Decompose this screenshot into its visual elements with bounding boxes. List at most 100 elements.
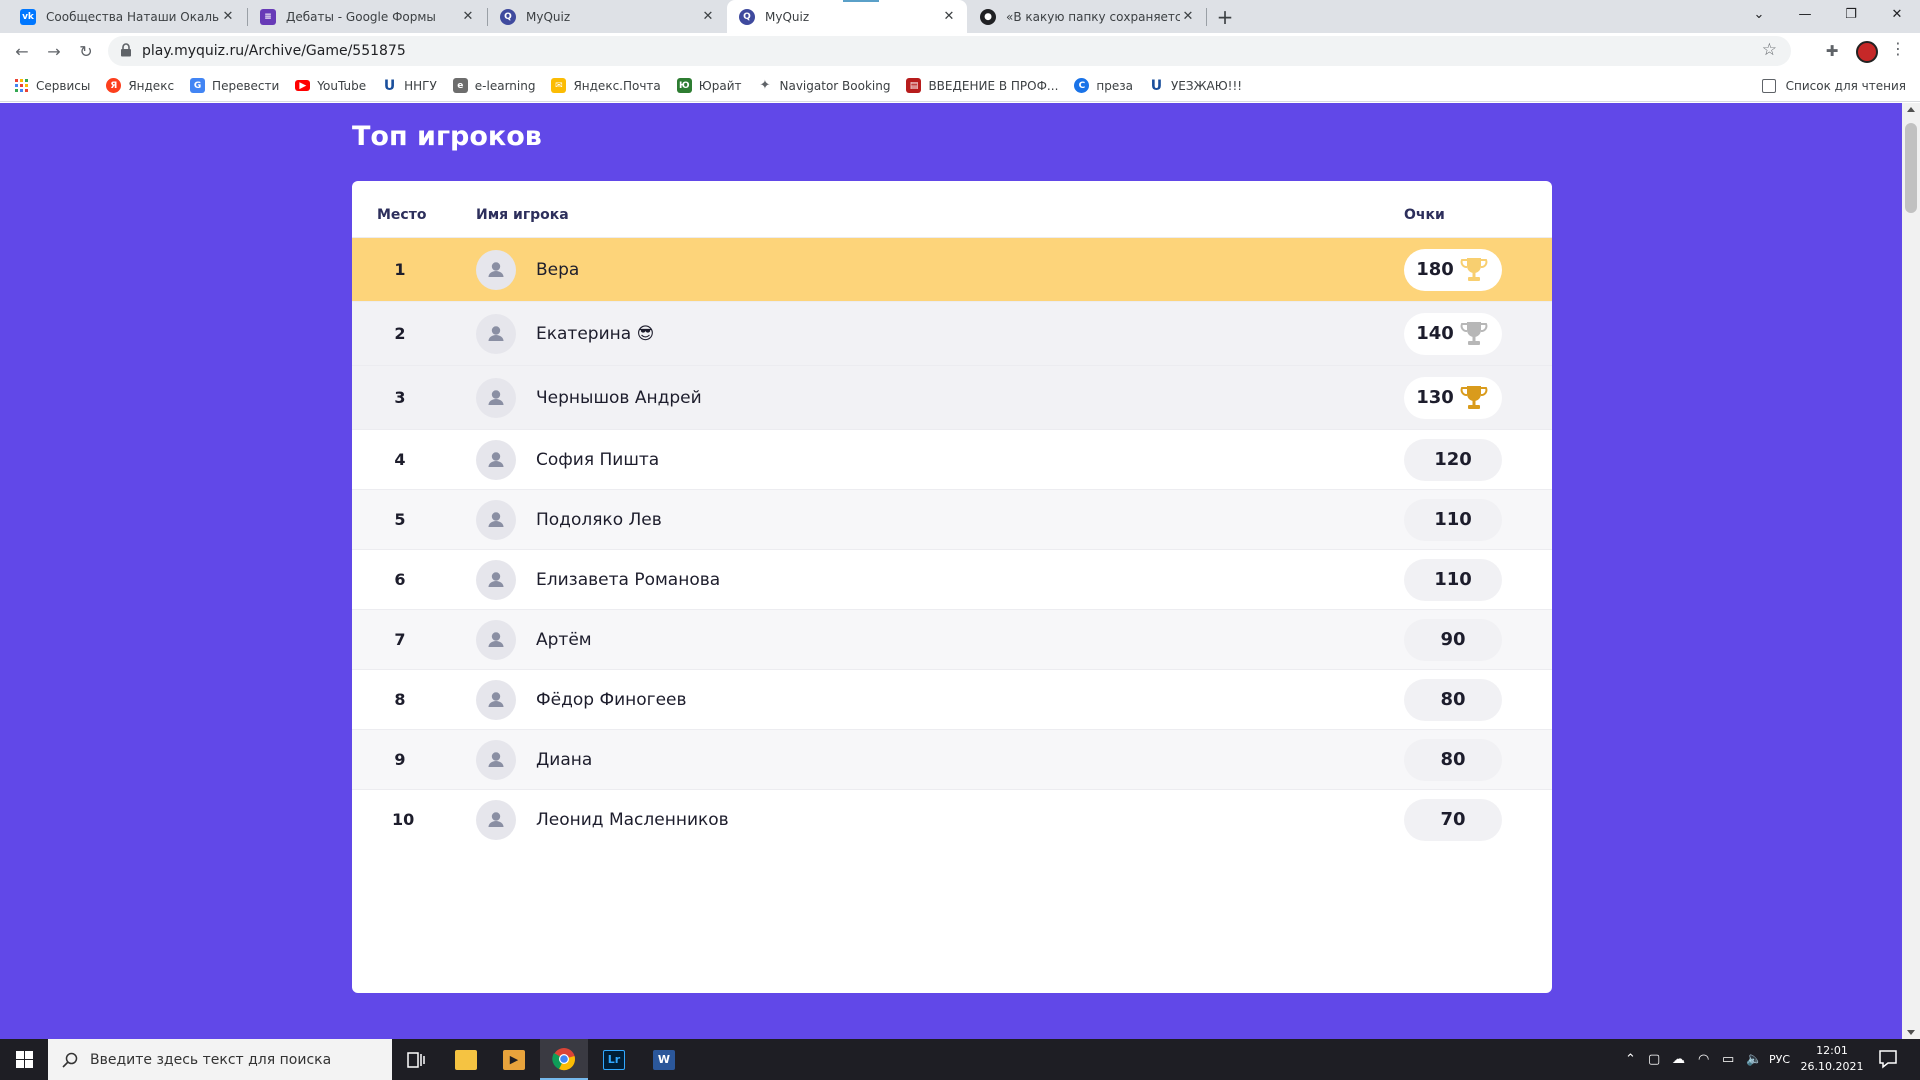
media-player-button[interactable]: ▶ — [490, 1039, 538, 1080]
bookmark-nngu[interactable]: U ННГУ — [382, 78, 437, 94]
bookmark-label: Сервисы — [36, 78, 91, 93]
player-avatar — [476, 619, 516, 660]
player-score: 110 — [1434, 569, 1472, 590]
tab-github[interactable]: ● «В какую папку сохраняется скр ✕ — [968, 0, 1206, 33]
player-place: 8 — [394, 690, 406, 709]
clock-date: 26.10.2021 — [1800, 1060, 1864, 1073]
bookmark-label: Юрайт — [698, 78, 742, 93]
taskbar-search-box[interactable]: Введите здесь текст для поиска — [48, 1039, 392, 1080]
file-explorer-button[interactable] — [442, 1039, 490, 1080]
gold-trophy-icon — [1460, 257, 1488, 281]
close-icon[interactable]: ✕ — [460, 9, 476, 24]
minimize-icon[interactable]: — — [1782, 0, 1828, 30]
tab-google-forms[interactable]: ≡ Дебаты - Google Формы ✕ — [248, 0, 486, 33]
reload-icon[interactable]: ↻ — [74, 40, 98, 64]
bookmark-yandex[interactable]: Я Яндекс — [106, 78, 174, 93]
myquiz-icon: Q — [739, 8, 755, 25]
windows-logo-icon — [15, 1051, 33, 1068]
meet-now-icon[interactable]: ▢ — [1648, 1052, 1660, 1067]
reading-list-icon — [1761, 79, 1776, 93]
restore-icon[interactable]: ❐ — [1828, 0, 1874, 30]
mail-icon: ✉ — [551, 78, 567, 93]
bookmark-label: YouTube — [317, 78, 367, 93]
player-place: 2 — [394, 324, 406, 343]
user-silhouette-icon — [488, 751, 504, 767]
close-icon[interactable]: ✕ — [1180, 9, 1196, 24]
task-view-button[interactable] — [392, 1039, 440, 1080]
tab-search-icon[interactable]: ⌄ — [1736, 0, 1782, 30]
player-score-badge: 110 — [1404, 498, 1502, 541]
player-place: 3 — [394, 388, 406, 407]
address-bar[interactable]: play.myquiz.ru/Archive/Game/551875 ☆ — [108, 36, 1791, 66]
close-window-icon[interactable]: ✕ — [1874, 0, 1920, 30]
close-icon[interactable]: ✕ — [700, 9, 716, 24]
notification-center-icon[interactable] — [1876, 1047, 1900, 1071]
leaderboard-card: Место Имя игрока Очки 1 Вера 180 2 Екатерина… — [352, 181, 1552, 993]
tab-vk[interactable]: vk Сообщества Наташи Окальник ✕ — [8, 0, 246, 33]
extensions-puzzle-icon[interactable]: ✚ — [1822, 42, 1842, 62]
scroll-down-arrow-icon[interactable] — [1907, 1030, 1915, 1035]
bookmark-translate[interactable]: G Перевести — [190, 78, 279, 93]
user-silhouette-icon — [488, 571, 504, 587]
player-name: Артём — [536, 629, 592, 650]
start-button[interactable] — [0, 1039, 48, 1080]
word-button[interactable]: W — [640, 1039, 688, 1080]
player-score-badge: 70 — [1404, 798, 1502, 841]
bookmarks-bar: Сервисы Я Яндекс G Перевести ▶ YouTube U… — [0, 70, 1920, 102]
bookmark-navigator-booking[interactable]: ✦ Navigator Booking — [758, 78, 891, 93]
bookmark-youtube[interactable]: ▶ YouTube — [295, 79, 366, 93]
player-score: 80 — [1440, 689, 1466, 710]
bookmark-yandex-mail[interactable]: ✉ Яндекс.Почта — [551, 78, 661, 93]
player-score-badge: 80 — [1404, 678, 1502, 721]
kebab-menu-icon[interactable]: ⋮ — [1888, 39, 1908, 58]
tab-myquiz-active[interactable]: Q MyQuiz ✕ — [727, 0, 967, 33]
lightroom-button[interactable]: Lr — [590, 1039, 638, 1080]
youtube-icon: ▶ — [295, 80, 311, 91]
scrollbar-thumb[interactable] — [1905, 123, 1917, 213]
table-row: 3 Чернышов Андрей 130 — [352, 365, 1552, 429]
new-tab-button[interactable]: + — [1212, 4, 1238, 30]
player-score-badge: 180 — [1404, 248, 1502, 291]
onedrive-cloud-icon[interactable]: ☁ — [1672, 1052, 1685, 1067]
forward-arrow-icon[interactable]: → — [42, 40, 66, 64]
close-icon[interactable]: ✕ — [941, 9, 957, 24]
bookmark-preza[interactable]: C преза — [1074, 78, 1133, 93]
close-icon[interactable]: ✕ — [220, 9, 236, 24]
wifi-icon[interactable]: ◠ — [1698, 1052, 1709, 1067]
tray-chevron-up-icon[interactable]: ⌃ — [1625, 1052, 1636, 1067]
windows-taskbar: Введите здесь текст для поиска ▶ Lr W ⌃ … — [0, 1039, 1920, 1080]
player-place: 9 — [394, 750, 406, 769]
back-arrow-icon[interactable]: ← — [10, 40, 34, 64]
column-header-score: Очки — [1404, 207, 1445, 223]
search-placeholder: Введите здесь текст для поиска — [90, 1051, 332, 1068]
player-score-badge: 120 — [1404, 438, 1502, 481]
bookmark-star-icon[interactable]: ☆ — [1762, 40, 1777, 60]
bronze-trophy-icon — [1460, 385, 1488, 409]
chrome-button[interactable] — [540, 1039, 588, 1080]
file-explorer-icon — [455, 1049, 477, 1070]
bookmark-urait[interactable]: Ю Юрайт — [676, 78, 742, 93]
system-clock[interactable]: 12:01 26.10.2021 — [1792, 1043, 1872, 1075]
volume-icon[interactable]: 🔈 — [1746, 1052, 1762, 1067]
profile-avatar[interactable] — [1856, 41, 1878, 63]
urait-icon: Ю — [676, 78, 692, 93]
scroll-up-arrow-icon[interactable] — [1907, 107, 1915, 112]
page-title: Топ игроков — [352, 121, 542, 152]
player-name: Фёдор Финогеев — [536, 689, 687, 710]
language-indicator[interactable]: РУС — [1769, 1053, 1790, 1066]
player-name: Подоляко Лев — [536, 509, 662, 530]
vertical-scrollbar[interactable] — [1902, 103, 1920, 1039]
table-row: 7 Артём 90 — [352, 609, 1552, 669]
bookmark-uezzhayu[interactable]: U УЕЗЖАЮ!!! — [1149, 78, 1242, 94]
player-avatar — [476, 559, 516, 600]
url-text[interactable]: play.myquiz.ru/Archive/Game/551875 — [142, 43, 406, 59]
bookmark-services[interactable]: Сервисы — [14, 78, 90, 93]
battery-icon[interactable]: ▭ — [1722, 1052, 1734, 1067]
tab-myquiz[interactable]: Q MyQuiz ✕ — [488, 0, 726, 33]
reading-list-button[interactable]: Список для чтения — [1761, 70, 1906, 102]
bookmark-elearning[interactable]: e e-learning — [452, 78, 535, 93]
lightroom-icon: Lr — [603, 1049, 625, 1070]
user-silhouette-icon — [488, 261, 504, 277]
navigator-icon: ✦ — [759, 78, 771, 93]
bookmark-vvedenie[interactable]: ▤ ВВЕДЕНИЕ В ПРОФ... — [906, 78, 1058, 93]
